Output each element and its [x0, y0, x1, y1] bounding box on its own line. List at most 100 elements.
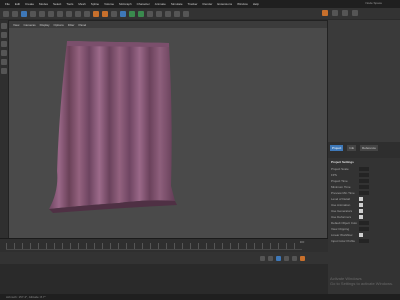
menu-volume[interactable]: Volume	[104, 2, 114, 6]
next-frame-icon[interactable]	[284, 255, 289, 261]
timeline-ruler[interactable]	[6, 243, 302, 250]
live-selection-icon[interactable]	[21, 10, 27, 17]
menu-window[interactable]: Window	[237, 2, 248, 6]
attribute-field[interactable]	[359, 179, 369, 183]
menu-simulate[interactable]: Simulate	[171, 2, 183, 6]
attribute-row: Input Color Profile	[331, 238, 400, 244]
y-axis-icon[interactable]	[66, 10, 72, 17]
settings-icon[interactable]	[342, 10, 348, 16]
model-mode-icon[interactable]	[1, 23, 7, 29]
subdivision-icon[interactable]	[138, 10, 144, 17]
menu-file[interactable]: File	[5, 2, 10, 6]
attributes-title: Project Settings	[331, 160, 354, 164]
menu-extensions[interactable]: Extensions	[217, 2, 232, 6]
attribute-label: Preview Min Time	[331, 191, 355, 195]
x-axis-icon[interactable]	[57, 10, 63, 17]
menu-edit[interactable]: Edit	[15, 2, 20, 6]
tab-reference[interactable]: Reference	[360, 145, 378, 151]
menu-create[interactable]: Create	[25, 2, 34, 6]
menu-tools[interactable]: Tools	[66, 2, 73, 6]
rotate-icon[interactable]	[48, 10, 54, 17]
attribute-checkbox[interactable]	[359, 197, 363, 201]
z-axis-icon[interactable]	[75, 10, 81, 17]
record-icon[interactable]	[300, 255, 305, 261]
menu-render[interactable]: Render	[203, 2, 213, 6]
cube-icon[interactable]	[120, 10, 126, 17]
menu-help[interactable]: Help	[253, 2, 259, 6]
menu-mesh[interactable]: Mesh	[78, 2, 85, 6]
go-to-start-icon[interactable]	[260, 255, 265, 261]
attribute-label: Use Deformers	[331, 215, 352, 219]
attribute-label: Project Scale	[331, 167, 349, 171]
attribute-checkbox[interactable]	[359, 203, 363, 207]
render-settings-icon[interactable]	[111, 10, 117, 17]
menu-spline[interactable]: Spline	[91, 2, 99, 6]
tab-project[interactable]: Project	[330, 145, 344, 151]
polygons-mode-icon[interactable]	[1, 50, 7, 56]
activation-watermark: Activate Windows Go to Settings to activ…	[330, 276, 393, 286]
deformer-icon[interactable]	[156, 10, 162, 17]
menu-tracker[interactable]: Tracker	[187, 2, 197, 6]
attribute-field[interactable]	[359, 173, 369, 177]
coordinates-manager[interactable]	[0, 264, 328, 294]
attribute-field[interactable]	[359, 239, 369, 243]
object-manager[interactable]	[328, 20, 400, 143]
attribute-checkbox[interactable]	[359, 233, 363, 237]
tab-info[interactable]: Info	[347, 145, 357, 151]
attribute-checkbox[interactable]	[359, 209, 363, 213]
render-view-icon[interactable]	[93, 10, 99, 17]
spline-pen-icon[interactable]	[129, 10, 135, 17]
world-coords-icon[interactable]	[84, 10, 90, 17]
attribute-label: Use Generators	[331, 209, 353, 213]
curtain-cloth-object[interactable]	[9, 21, 327, 239]
status-text: Azimuth: 157.4°, Altitude: 8.7°	[6, 295, 46, 299]
menu-character[interactable]: Character	[137, 2, 150, 6]
menu-mograph[interactable]: MoGraph	[119, 2, 132, 6]
attribute-field[interactable]	[359, 227, 369, 231]
attribute-label: Linear Workflow	[331, 233, 353, 237]
points-mode-icon[interactable]	[1, 32, 7, 38]
node-space-label[interactable]: Node Space	[365, 1, 382, 5]
menu-animate[interactable]: Animate	[155, 2, 166, 6]
move-icon[interactable]	[30, 10, 36, 17]
playback-controls	[0, 252, 328, 264]
attribute-label: Minimum Time	[331, 185, 351, 189]
attribute-field[interactable]	[359, 167, 369, 171]
edges-mode-icon[interactable]	[1, 41, 7, 47]
menu-modes[interactable]: Modes	[39, 2, 48, 6]
light-icon[interactable]	[183, 10, 189, 17]
layout-icon[interactable]	[322, 10, 328, 16]
attribute-checkbox[interactable]	[359, 215, 363, 219]
play-icon[interactable]	[276, 255, 281, 261]
right-panel: Project Info Reference Project Settings …	[328, 20, 400, 300]
object-manager-icon[interactable]	[332, 10, 338, 16]
attribute-label: Input Color Profile	[331, 239, 356, 243]
help-icon[interactable]	[352, 10, 358, 16]
floor-icon[interactable]	[165, 10, 171, 17]
menu-select[interactable]: Select	[53, 2, 61, 6]
undo-icon[interactable]	[3, 10, 9, 17]
attribute-field[interactable]	[359, 191, 369, 195]
3d-viewport[interactable]: View Cameras Display Options Filter Pane…	[8, 20, 328, 240]
go-to-end-icon[interactable]	[292, 255, 297, 261]
attribute-field[interactable]	[359, 221, 369, 225]
status-bar: Azimuth: 157.4°, Altitude: 8.7°	[0, 294, 400, 300]
array-icon[interactable]	[147, 10, 153, 17]
camera-icon[interactable]	[174, 10, 180, 17]
mode-toolbar	[0, 20, 8, 238]
attribute-label: Level of Detail	[331, 197, 351, 201]
main-toolbar	[0, 8, 400, 19]
timeline[interactable]: 0 F	[0, 238, 328, 253]
previous-frame-icon[interactable]	[268, 255, 273, 261]
redo-icon[interactable]	[12, 10, 18, 17]
attribute-manager: Project Settings Project Scale FPS Proje…	[328, 158, 400, 268]
scale-icon[interactable]	[39, 10, 45, 17]
axis-mode-icon[interactable]	[1, 59, 7, 65]
attribute-tabs: Project Info Reference	[328, 142, 400, 158]
attribute-label: Project Time	[331, 179, 348, 183]
snap-icon[interactable]	[1, 68, 7, 74]
attribute-label: Use Animation	[331, 203, 351, 207]
render-picture-viewer-icon[interactable]	[102, 10, 108, 17]
menu-bar: File Edit Create Modes Select Tools Mesh…	[0, 0, 400, 8]
attribute-field[interactable]	[359, 185, 369, 189]
